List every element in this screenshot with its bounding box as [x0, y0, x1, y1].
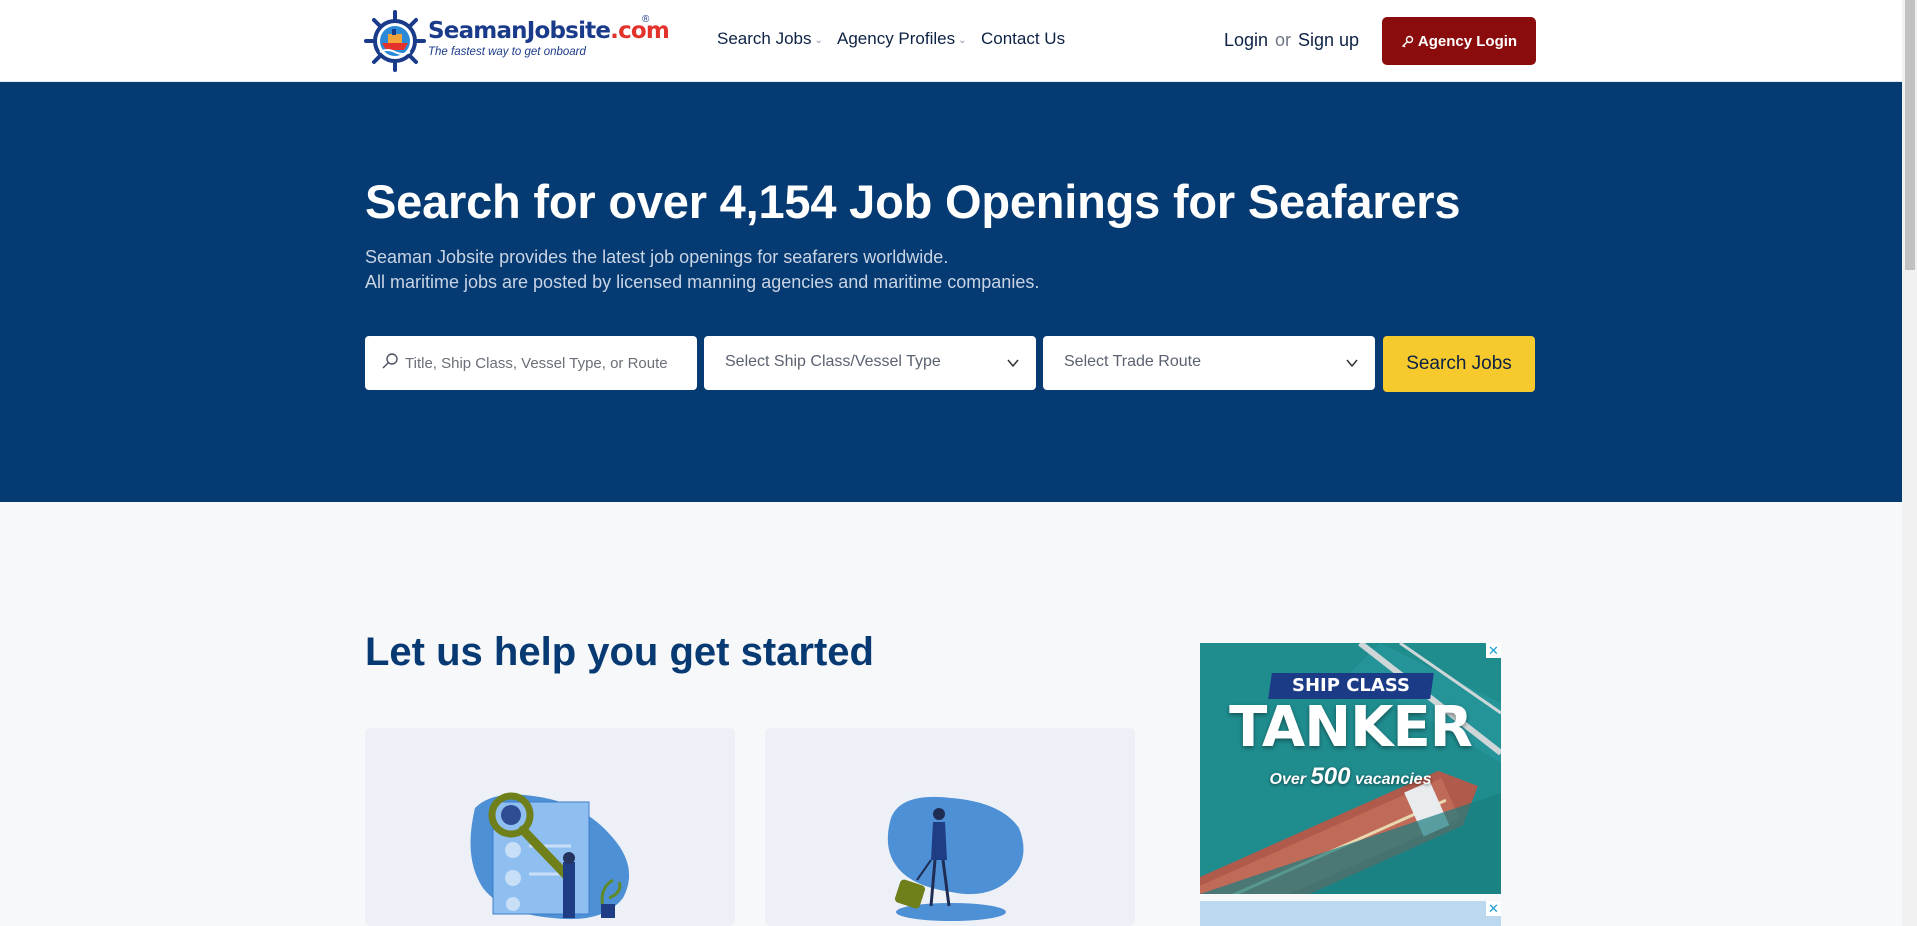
hero-section: Search for over 4,154 Job Openings for S… [0, 82, 1902, 502]
nav-contact-us-label: Contact Us [981, 29, 1066, 48]
scrollbar-thumb[interactable] [1905, 0, 1915, 270]
job-search-input[interactable] [405, 336, 687, 390]
ad-headline: TANKER [1229, 695, 1473, 760]
chevron-down-icon: ⌄ [814, 35, 823, 46]
nav-agency-profiles-label: Agency Profiles [837, 29, 956, 48]
trade-route-select-value: Select Trade Route [1064, 353, 1201, 370]
close-icon[interactable]: ✕ [1486, 901, 1501, 916]
job-search-illustration [470, 792, 630, 920]
hero-title: Search for over 4,154 Job Openings for S… [365, 175, 1461, 228]
ship-class-select-value: Select Ship Class/Vessel Type [725, 353, 941, 370]
help-card-travel[interactable] [765, 728, 1135, 926]
registered-mark: ® [642, 14, 650, 25]
nav-search-jobs[interactable]: Search Jobs ⌄ [717, 29, 823, 49]
nav-contact-us[interactable]: Contact Us [981, 29, 1065, 49]
ad-ribbon-text: SHIP CLASS [1292, 675, 1410, 696]
site-header: SeamanJobsite.com ® The fastest way to g… [0, 0, 1902, 82]
hero-subtitle-line-1: Seaman Jobsite provides the latest job o… [365, 247, 949, 267]
nav-agency-profiles[interactable]: Agency Profiles ⌄ [837, 29, 967, 49]
key-icon [1401, 35, 1414, 47]
site-logo[interactable]: SeamanJobsite.com ® The fastest way to g… [364, 10, 670, 72]
ship-wheel-icon [364, 10, 426, 72]
login-link[interactable]: Login [1224, 30, 1268, 51]
search-jobs-button[interactable]: Search Jobs [1383, 336, 1535, 392]
chevron-down-icon [1007, 359, 1019, 368]
signup-link[interactable]: Sign up [1298, 30, 1359, 51]
tanker-ad-banner[interactable]: SHIP CLASS TANKER Over 500 vacancies ✕ [1200, 643, 1501, 894]
ship-class-select[interactable]: Select Ship Class/Vessel Type [704, 336, 1036, 390]
agency-login-button[interactable]: Agency Login [1382, 17, 1536, 65]
hero-subtitle-line-2: All maritime jobs are posted by licensed… [365, 272, 1040, 292]
secondary-ad-banner[interactable]: ✕ [1200, 901, 1501, 926]
help-card-find-jobs[interactable] [365, 728, 735, 926]
section-title: Let us help you get started [365, 630, 874, 674]
search-icon [382, 353, 398, 369]
close-icon[interactable]: ✕ [1486, 643, 1501, 658]
job-search-field[interactable] [365, 336, 697, 390]
ad-subline: Over 500 vacancies [1269, 763, 1432, 790]
chevron-down-icon [1346, 359, 1358, 368]
logo-tagline: The fastest way to get onboard [428, 46, 586, 58]
nav-search-jobs-label: Search Jobs [717, 29, 812, 48]
hero-subtitle: Seaman Jobsite provides the latest job o… [365, 245, 1039, 295]
logo-wordmark: SeamanJobsite.com [428, 18, 670, 44]
traveler-illustration [887, 796, 1024, 921]
trade-route-select[interactable]: Select Trade Route [1043, 336, 1375, 390]
agency-login-label: Agency Login [1417, 32, 1518, 50]
or-separator: or [1275, 30, 1292, 50]
chevron-down-icon: ⌄ [958, 35, 967, 46]
